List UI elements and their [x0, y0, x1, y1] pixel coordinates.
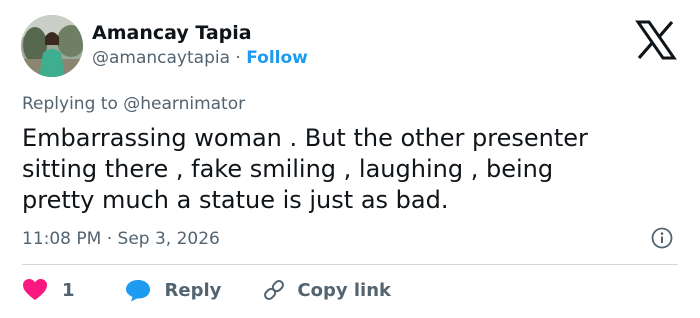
divider	[22, 264, 678, 265]
replying-to[interactable]: Replying to @hearnimator	[22, 94, 245, 114]
author-name[interactable]: Amancay Tapia	[92, 22, 252, 44]
follow-button[interactable]: Follow	[246, 48, 308, 68]
action-bar: 1 Reply Copy link	[22, 277, 391, 303]
tweet-text: Embarrassing woman . But the other prese…	[22, 124, 588, 214]
link-icon	[261, 278, 287, 302]
heart-icon	[22, 278, 48, 302]
speech-bubble-icon	[125, 278, 151, 302]
copy-link-label: Copy link	[297, 279, 391, 301]
info-icon[interactable]	[651, 227, 673, 249]
copy-link-button[interactable]: Copy link	[251, 278, 391, 302]
author-handle[interactable]: @amancaytapia	[92, 48, 230, 68]
avatar[interactable]	[21, 15, 83, 77]
timestamp[interactable]: 11:08 PM · Sep 3, 2026	[22, 229, 220, 249]
x-logo-icon[interactable]	[634, 20, 678, 60]
reply-button[interactable]: Reply	[111, 278, 222, 302]
separator-dot: ·	[235, 48, 241, 68]
reply-label: Reply	[164, 279, 222, 301]
like-count: 1	[62, 279, 75, 301]
like-button[interactable]: 1	[22, 278, 75, 302]
avatar-photo	[21, 15, 83, 77]
author-meta: @amancaytapia · Follow	[92, 48, 308, 68]
